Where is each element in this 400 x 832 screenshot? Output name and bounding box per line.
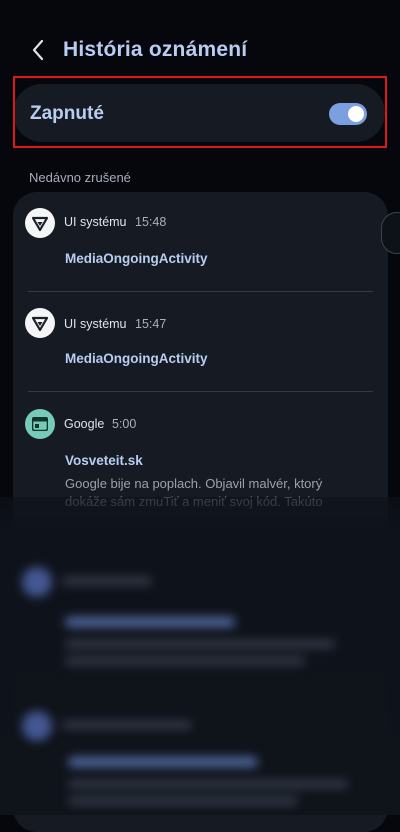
app-name: UI systému	[64, 317, 127, 331]
app-name: UI systému	[64, 215, 127, 229]
header-bar: História oznámení	[0, 28, 400, 74]
timestamp: 5:00	[112, 417, 137, 431]
app-name: Google	[64, 417, 105, 431]
timestamp: 15:48	[135, 215, 167, 229]
list-item[interactable]: UI systému 15:48 MediaOngoingActivity	[13, 192, 388, 292]
page-title: História oznámení	[63, 38, 248, 61]
notification-title: MediaOngoingActivity	[65, 351, 208, 366]
notification-title: Vosveteit.sk	[65, 453, 143, 468]
back-arrow-icon[interactable]	[30, 38, 46, 62]
list-item[interactable]: UI systému 15:47 MediaOngoingActivity	[13, 292, 388, 392]
ui-system-icon	[25, 208, 55, 238]
timestamp: 15:47	[135, 317, 167, 331]
section-label: Nedávno zrušené	[29, 170, 131, 185]
edge-panel-handle[interactable]	[381, 212, 400, 254]
blurred-content	[0, 497, 400, 815]
google-calendar-icon	[25, 409, 55, 439]
ui-system-icon	[25, 308, 55, 338]
notification-title: MediaOngoingActivity	[65, 251, 208, 266]
highlight-box	[13, 76, 387, 148]
blurred-overlay	[0, 497, 400, 815]
